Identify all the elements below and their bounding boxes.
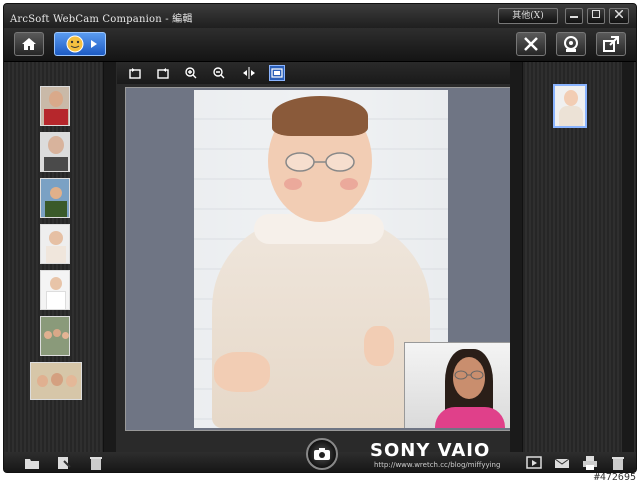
tools-icon: [524, 37, 538, 51]
brand-text: SONY VAIO: [370, 440, 491, 461]
thumbnail-6[interactable]: [40, 316, 70, 356]
other-button[interactable]: 其他(X): [498, 8, 558, 24]
maximize-button[interactable]: [587, 8, 605, 24]
rotate-right-button[interactable]: [155, 65, 171, 81]
close-icon: [614, 9, 624, 19]
zoom-in-button[interactable]: [183, 65, 199, 81]
print-button[interactable]: [582, 455, 598, 471]
window-title: ArcSoft WebCam Companion - 編輯: [10, 14, 193, 25]
rotate-right-icon: [157, 68, 169, 79]
rotate-left-button[interactable]: [127, 65, 143, 81]
webcam-preview: [404, 342, 516, 428]
brand-url: http://www.wretch.cc/blog/miffyying: [374, 461, 501, 469]
result-thumbnail[interactable]: [553, 84, 587, 128]
export-button[interactable]: [596, 32, 626, 56]
camera-icon: [314, 448, 330, 460]
thumbnail-1[interactable]: [40, 86, 70, 126]
thumbnail-4[interactable]: [40, 224, 70, 264]
main-toolbar: [4, 28, 636, 62]
close-button[interactable]: [609, 8, 629, 24]
watermark: #472695: [593, 472, 636, 483]
chevron-right-icon: [91, 40, 97, 48]
print-icon: [583, 456, 597, 470]
email-icon: [554, 458, 570, 468]
tools-button[interactable]: [516, 32, 546, 56]
trash-icon: [612, 457, 624, 470]
webcam-button[interactable]: [556, 32, 586, 56]
import-icon: [58, 457, 71, 469]
slideshow-icon: [526, 456, 542, 469]
photo-viewer[interactable]: [125, 87, 517, 431]
flip-icon: [243, 67, 255, 79]
import-button[interactable]: [56, 455, 72, 471]
slideshow-button[interactable]: [526, 455, 542, 471]
home-icon: [22, 38, 36, 50]
open-folder-button[interactable]: [24, 455, 40, 471]
zoom-in-icon: [185, 67, 197, 79]
thumbnail-panel: [6, 62, 104, 452]
flip-button[interactable]: [241, 65, 257, 81]
home-button[interactable]: [14, 32, 44, 56]
minimize-button[interactable]: [565, 8, 583, 24]
pip-glasses: [454, 370, 484, 380]
open-folder-icon: [25, 459, 39, 469]
minimize-icon: [570, 16, 578, 18]
export-icon: [603, 36, 619, 52]
delete-left-button[interactable]: [88, 455, 104, 471]
thumbnail-5[interactable]: [40, 270, 70, 310]
title-bar: ArcSoft WebCam Companion - 編輯 其他(X): [4, 4, 636, 28]
app-window: ArcSoft WebCam Companion - 編輯 其他(X) SONY…: [3, 3, 637, 473]
zoom-out-icon: [213, 67, 225, 79]
result-panel: [522, 62, 636, 452]
edit-mode-button[interactable]: [54, 32, 106, 56]
right-scrollbar[interactable]: [622, 62, 634, 452]
fit-button[interactable]: [269, 65, 285, 81]
thumbnail-3[interactable]: [40, 178, 70, 218]
thumbnail-2[interactable]: [40, 132, 70, 172]
capture-button[interactable]: [306, 438, 338, 470]
trash-icon: [90, 457, 102, 470]
glasses-overlay: [285, 152, 355, 172]
rotate-left-icon: [129, 68, 141, 79]
webcam-icon: [564, 36, 578, 52]
center-scrollbar[interactable]: [510, 62, 522, 452]
face-edit-icon: [66, 35, 84, 53]
email-button[interactable]: [554, 455, 570, 471]
fit-icon: [271, 68, 283, 78]
maximize-icon: [592, 10, 600, 18]
left-scrollbar[interactable]: [104, 62, 116, 452]
view-toolbar: [117, 62, 522, 84]
thumbnail-7[interactable]: [30, 362, 82, 400]
zoom-out-button[interactable]: [211, 65, 227, 81]
delete-right-button[interactable]: [610, 455, 626, 471]
